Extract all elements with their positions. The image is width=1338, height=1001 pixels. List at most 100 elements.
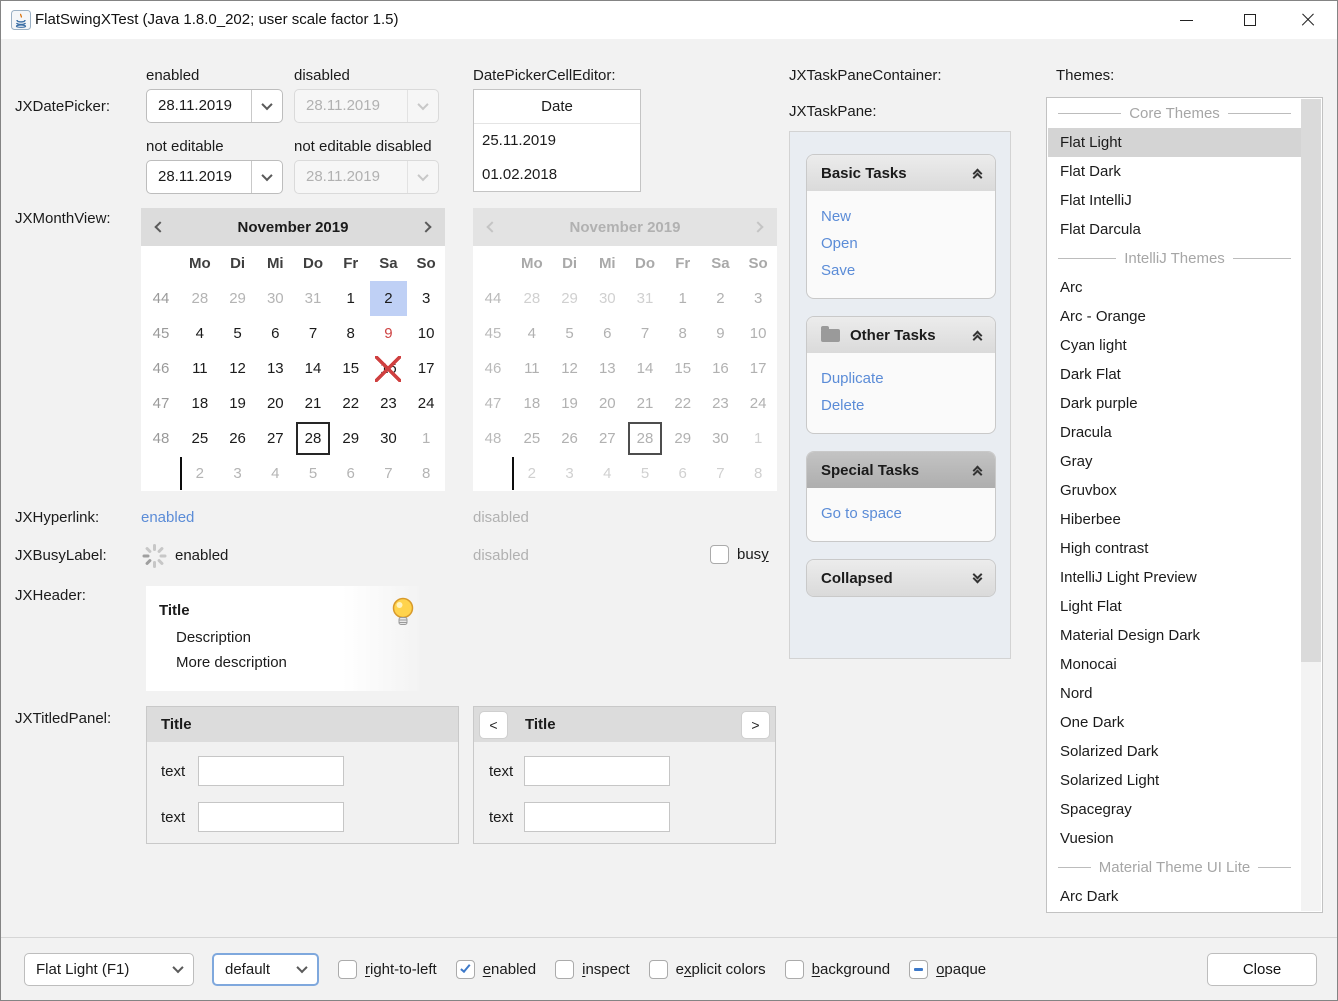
taskpane-header[interactable]: Special Tasks <box>807 452 995 488</box>
theme-item[interactable]: Dark Flat <box>1048 360 1301 389</box>
theme-item[interactable]: Dracula <box>1048 418 1301 447</box>
theme-item[interactable]: Arc Dark Contrast <box>1048 911 1301 913</box>
checkbox-box[interactable] <box>710 545 729 564</box>
theme-item[interactable]: Flat IntelliJ <box>1048 186 1301 215</box>
calendar-day[interactable]: 24 <box>407 386 445 421</box>
calendar-day[interactable]: 4 <box>181 316 219 351</box>
calendar-day[interactable]: 8 <box>332 316 370 351</box>
taskpane-link[interactable]: Delete <box>821 392 995 419</box>
datepicker-value[interactable]: 28.11.2019 <box>147 90 251 122</box>
calendar-day[interactable]: 1 <box>332 281 370 316</box>
calendar-day[interactable]: 28 <box>181 281 219 316</box>
theme-item[interactable]: Nord <box>1048 679 1301 708</box>
checkbox-box[interactable] <box>338 960 357 979</box>
calendar-day[interactable]: 29 <box>332 421 370 456</box>
taskpane-link[interactable]: Open <box>821 230 995 257</box>
calendar-day[interactable]: 3 <box>219 456 257 491</box>
calendar-day[interactable]: 25 <box>181 421 219 456</box>
theme-item[interactable]: Cyan light <box>1048 331 1301 360</box>
taskpane-link[interactable]: Go to space <box>821 500 995 527</box>
checkbox-box[interactable] <box>649 960 668 979</box>
calendar-day[interactable]: 7 <box>294 316 332 351</box>
scrollbar-thumb[interactable] <box>1301 99 1321 662</box>
checkbox-opaque[interactable]: opaque <box>909 960 986 979</box>
calendar-day[interactable]: 11 <box>181 351 219 386</box>
calendar-day[interactable]: 13 <box>256 351 294 386</box>
close-button[interactable]: Close <box>1207 953 1317 986</box>
theme-item[interactable]: Light Flat <box>1048 592 1301 621</box>
next-button[interactable]: > <box>741 711 770 739</box>
theme-item[interactable]: Arc Dark <box>1048 882 1301 911</box>
calendar-day[interactable]: 18 <box>181 386 219 421</box>
theme-item[interactable]: Spacegray <box>1048 795 1301 824</box>
theme-item[interactable]: Solarized Dark <box>1048 737 1301 766</box>
checkbox-box[interactable] <box>909 960 928 979</box>
theme-item[interactable]: Material Design Dark <box>1048 621 1301 650</box>
checkbox-enabled[interactable]: enabled <box>456 960 536 979</box>
text-input[interactable] <box>198 802 344 832</box>
calendar-day[interactable]: 4 <box>256 456 294 491</box>
calendar-day[interactable]: 17 <box>407 351 445 386</box>
theme-item[interactable]: Gruvbox <box>1048 476 1301 505</box>
datepicker-dropdown-button[interactable] <box>251 90 282 122</box>
taskpane-header[interactable]: Basic Tasks <box>807 155 995 191</box>
datepicker-not-editable[interactable]: 28.11.2019 <box>146 160 283 194</box>
calendar-day[interactable]: 27 <box>256 421 294 456</box>
checkbox-explicit-colors[interactable]: explicit colors <box>649 960 766 979</box>
theme-item[interactable]: Vuesion <box>1048 824 1301 853</box>
table-row[interactable]: 25.11.2019 <box>474 124 640 158</box>
taskpane-header[interactable]: Other Tasks <box>807 317 995 353</box>
theme-item[interactable]: Arc - Orange <box>1048 302 1301 331</box>
calendar-day[interactable]: 3 <box>407 281 445 316</box>
taskpane-header[interactable]: Collapsed <box>807 560 995 596</box>
calendar-day[interactable]: 1 <box>407 421 445 456</box>
calendar-day[interactable]: 23 <box>370 386 408 421</box>
calendar-day[interactable]: 22 <box>332 386 370 421</box>
calendar-day[interactable]: 21 <box>294 386 332 421</box>
theme-item[interactable]: High contrast <box>1048 534 1301 563</box>
calendar-day[interactable]: 5 <box>219 316 257 351</box>
calendar-day[interactable]: 6 <box>256 316 294 351</box>
checkbox-inspect[interactable]: inspect <box>555 960 630 979</box>
calendar-day[interactable]: 2 <box>181 456 219 491</box>
checkbox-box[interactable] <box>785 960 804 979</box>
theme-item[interactable]: Flat Light <box>1048 128 1301 157</box>
calendar-day[interactable]: 15 <box>332 351 370 386</box>
theme-item[interactable]: Arc <box>1048 273 1301 302</box>
text-input[interactable] <box>524 802 670 832</box>
theme-item[interactable]: Dark purple <box>1048 389 1301 418</box>
calendar-day[interactable]: 16 <box>370 351 408 386</box>
calendar-day[interactable]: 29 <box>219 281 257 316</box>
prev-button[interactable]: < <box>479 711 508 739</box>
text-input[interactable] <box>198 756 344 786</box>
calendar-day[interactable]: 30 <box>256 281 294 316</box>
checkbox-background[interactable]: background <box>785 960 890 979</box>
calendar-day[interactable]: 9 <box>370 316 408 351</box>
minimize-button[interactable] <box>1163 1 1209 39</box>
calendar-day[interactable]: 5 <box>294 456 332 491</box>
checkbox-box[interactable] <box>456 960 475 979</box>
theme-item[interactable]: Gray <box>1048 447 1301 476</box>
checkbox-right-to-left[interactable]: right-to-left <box>338 960 437 979</box>
text-input[interactable] <box>524 756 670 786</box>
calendar-day[interactable]: 20 <box>256 386 294 421</box>
checkbox-box[interactable] <box>555 960 574 979</box>
table-row[interactable]: 01.02.2018 <box>474 158 640 192</box>
theme-item[interactable]: One Dark <box>1048 708 1301 737</box>
theme-combobox[interactable]: Flat Light (F1) <box>24 953 194 986</box>
calendar-day[interactable]: 2 <box>370 281 408 316</box>
font-size-combobox[interactable]: default <box>212 953 319 986</box>
calendar-day[interactable]: 7 <box>370 456 408 491</box>
themes-scrollbar[interactable] <box>1301 99 1321 911</box>
theme-item[interactable]: Monocai <box>1048 650 1301 679</box>
calendar-day[interactable]: 31 <box>294 281 332 316</box>
calendar-day[interactable]: 26 <box>219 421 257 456</box>
calendar-day[interactable]: 19 <box>219 386 257 421</box>
calendar-day[interactable]: 6 <box>332 456 370 491</box>
theme-item[interactable]: Solarized Light <box>1048 766 1301 795</box>
calendar-day[interactable]: 12 <box>219 351 257 386</box>
taskpane-link[interactable]: Duplicate <box>821 365 995 392</box>
theme-item[interactable]: Flat Dark <box>1048 157 1301 186</box>
theme-item[interactable]: Flat Darcula <box>1048 215 1301 244</box>
hyperlink-enabled[interactable]: enabled <box>141 509 194 526</box>
